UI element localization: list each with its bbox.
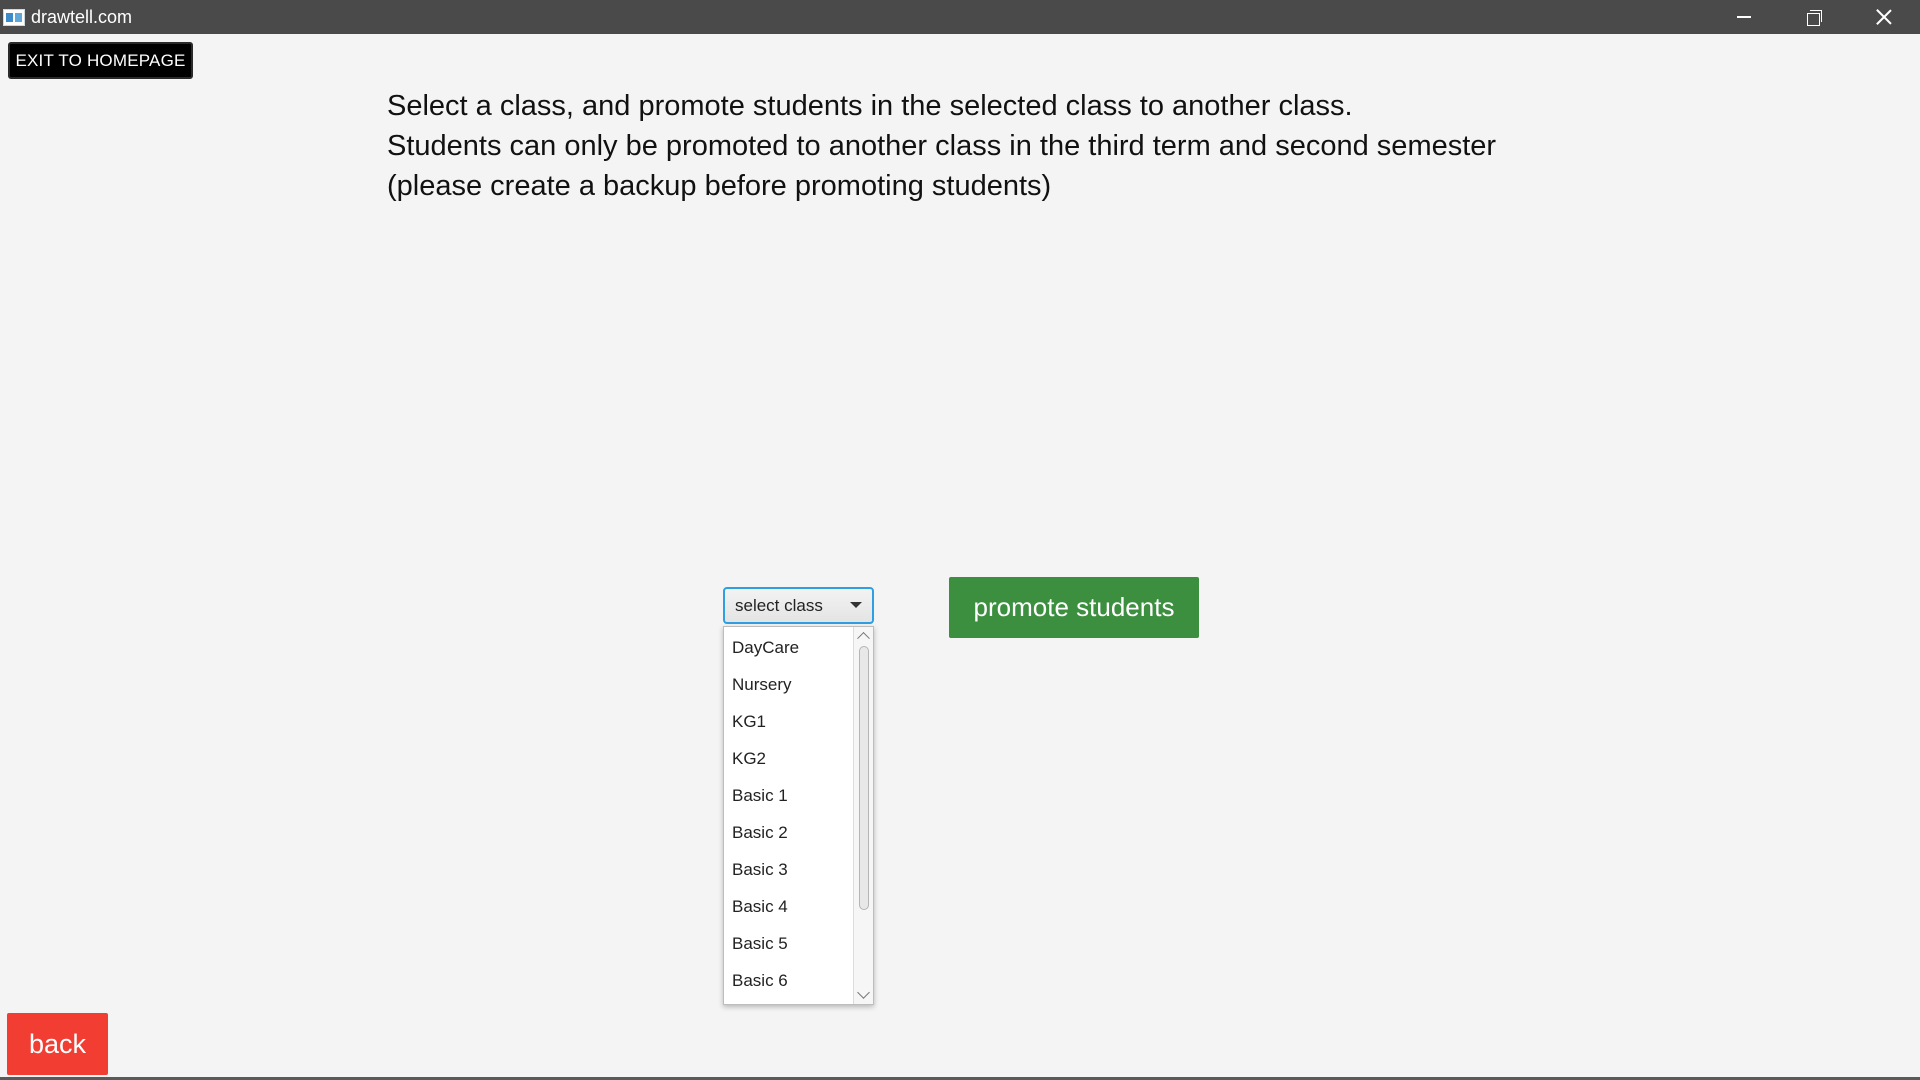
scroll-down-icon[interactable]: [857, 986, 870, 999]
close-icon: [1875, 8, 1893, 26]
restore-icon: [1807, 10, 1822, 26]
close-button[interactable]: [1849, 0, 1919, 34]
exit-to-homepage-button[interactable]: EXIT TO HOMEPAGE: [8, 42, 193, 79]
class-select-dropdown[interactable]: select class: [723, 587, 874, 624]
class-option-basic-1[interactable]: Basic 1: [732, 777, 850, 814]
class-option-kg2[interactable]: KG2: [732, 740, 850, 777]
scroll-up-icon[interactable]: [857, 631, 870, 645]
class-select-label: select class: [735, 595, 823, 615]
class-option-basic-5[interactable]: Basic 5: [732, 925, 850, 962]
window-title-bar: drawtell.com: [0, 0, 1920, 34]
instruction-line-1: Select a class, and promote students in …: [387, 90, 1353, 122]
promote-students-button[interactable]: promote students: [949, 577, 1199, 638]
scrollbar-thumb[interactable]: [859, 646, 869, 910]
window-title: drawtell.com: [31, 7, 133, 27]
class-option-basic-3[interactable]: Basic 3: [732, 851, 850, 888]
instruction-line-3: (please create a backup before promoting…: [387, 170, 1052, 202]
instructions-text: Select a class, and promote students in …: [387, 86, 1687, 206]
back-button[interactable]: back: [7, 1013, 108, 1075]
class-option-basic-4[interactable]: Basic 4: [732, 888, 850, 925]
chevron-down-icon: [850, 602, 862, 608]
minimize-button[interactable]: [1709, 0, 1779, 34]
class-option-daycare[interactable]: DayCare: [732, 629, 850, 666]
minimize-icon: [1737, 16, 1751, 18]
restore-button[interactable]: [1779, 0, 1849, 34]
class-options-list[interactable]: DayCare Nursery KG1 KG2 Basic 1 Basic 2 …: [723, 626, 874, 1005]
class-option-kg1[interactable]: KG1: [732, 703, 850, 740]
dropdown-scrollbar[interactable]: [853, 627, 873, 1004]
class-option-nursery[interactable]: Nursery: [732, 666, 850, 703]
class-option-basic-6[interactable]: Basic 6: [732, 962, 850, 999]
class-option-basic-2[interactable]: Basic 2: [732, 814, 850, 851]
app-icon: [3, 9, 25, 26]
instruction-line-2: Students can only be promoted to another…: [387, 130, 1497, 162]
